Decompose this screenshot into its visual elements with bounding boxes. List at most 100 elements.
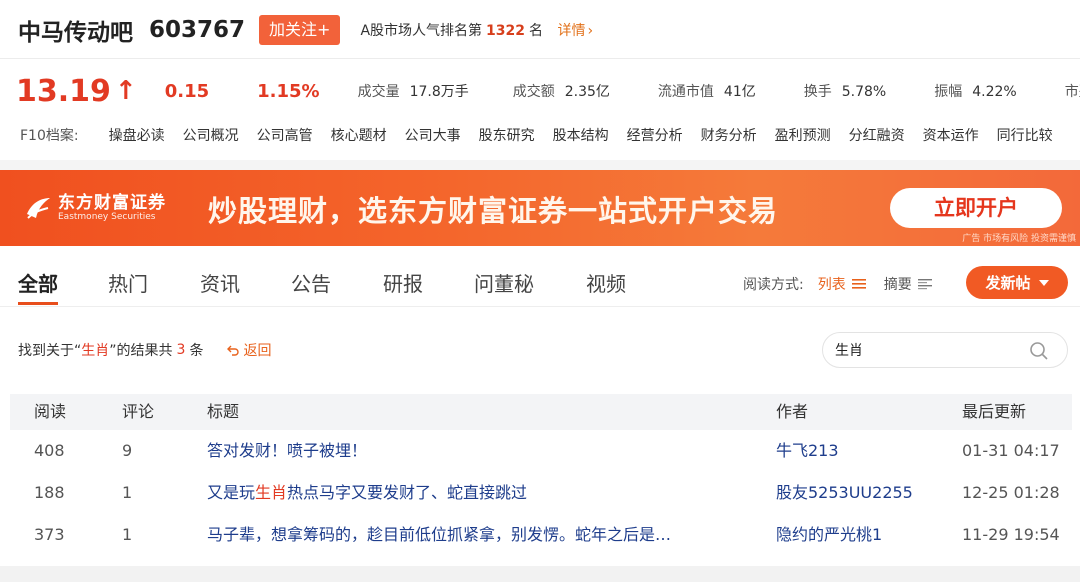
- back-link[interactable]: 返回: [227, 340, 271, 360]
- stat-label: 成交量: [357, 84, 400, 100]
- post-title-link[interactable]: 马子辈，想拿筹码的，趁目前低位抓紧拿，别发愣。蛇年之后是…: [207, 514, 755, 556]
- mode-list-button[interactable]: 列表: [818, 274, 866, 294]
- mode-summary-button[interactable]: 摘要: [884, 274, 932, 294]
- stat-label: 振幅: [934, 84, 963, 100]
- f10-item[interactable]: 公司高管: [257, 125, 313, 145]
- open-account-button[interactable]: 立即开户: [890, 188, 1062, 228]
- result-middle: ”的结果共: [109, 343, 173, 359]
- post-author-link[interactable]: 牛飞213: [776, 430, 946, 472]
- search-box: [822, 332, 1068, 368]
- broker-logo: 东方财富证券 Eastmoney Securities: [24, 184, 184, 232]
- title-text: 答对发财！喷子被埋！: [207, 441, 368, 460]
- list-icon: [851, 279, 866, 289]
- result-suffix: 条: [189, 343, 204, 359]
- price-change-percent: 1.15%: [257, 80, 320, 102]
- post-update-time: 01-31 04:17: [962, 441, 1060, 460]
- table-row: 188 1 又是玩生肖热点马字又要发财了、蛇直接跳过 股友5253UU2255 …: [10, 472, 1072, 514]
- new-post-button[interactable]: 发新帖: [966, 266, 1068, 299]
- title-keyword-highlight: 生肖: [255, 483, 288, 502]
- stock-name[interactable]: 中马传动吧: [18, 13, 133, 47]
- table-header: 阅读 评论 标题 作者 最后更新: [10, 394, 1072, 430]
- result-count: 3: [176, 342, 186, 358]
- f10-item[interactable]: 公司概况: [183, 125, 239, 145]
- post-update-time: 11-29 19:54: [962, 525, 1060, 544]
- post-title-link[interactable]: 答对发财！喷子被埋！: [207, 430, 755, 472]
- search-input[interactable]: [835, 339, 1025, 361]
- new-post-label: 发新帖: [985, 274, 1031, 292]
- stat-label: 成交额: [512, 84, 555, 100]
- stat-value: 5.78%: [841, 84, 887, 100]
- mode-list-label: 列表: [817, 277, 846, 293]
- post-table: 阅读 评论 标题 作者 最后更新 408 9 答对发财！喷子被埋！ 牛飞213 …: [10, 394, 1072, 556]
- arrow-up-icon: ↑: [114, 76, 137, 106]
- stat-turnover-amount: 成交额 2.35亿: [513, 81, 610, 101]
- post-reads: 188: [34, 483, 65, 502]
- price-change: 0.15: [164, 80, 210, 102]
- post-reads: 408: [34, 441, 65, 460]
- f10-item[interactable]: 财务分析: [701, 125, 757, 145]
- f10-item[interactable]: 经营分析: [627, 125, 683, 145]
- tab-announcements[interactable]: 公告: [291, 268, 331, 297]
- stat-volume: 成交量 17.8万手: [358, 81, 469, 101]
- stock-code: 603767: [149, 17, 246, 43]
- read-mode-label: 阅读方式:: [743, 277, 804, 293]
- f10-item[interactable]: 分红融资: [849, 125, 905, 145]
- logo-text-en: Eastmoney Securities: [58, 212, 156, 222]
- search-result-summary: 找到关于“ 生肖 ”的结果共 3 条 返回: [18, 340, 271, 360]
- f10-item[interactable]: 资本运作: [923, 125, 979, 145]
- banner-slogan: 炒股理财，选东方财富证券一站式开户交易: [208, 194, 779, 228]
- f10-nav: F10档案: 操盘必读 公司概况 公司高管 核心题材 公司大事 股东研究 股本结…: [20, 124, 1071, 146]
- col-author: 作者: [776, 402, 809, 421]
- f10-item[interactable]: 公司大事: [405, 125, 461, 145]
- f10-item[interactable]: 盈利预测: [775, 125, 831, 145]
- divider: [0, 58, 1080, 59]
- f10-label: F10档案:: [20, 128, 79, 144]
- tab-news[interactable]: 资讯: [200, 268, 240, 297]
- search-icon[interactable]: [1029, 341, 1049, 361]
- stat-pe: 市盈: [1065, 81, 1080, 101]
- stat-value: 4.22%: [972, 84, 1017, 100]
- popularity-rank: A股市场人气排名第 1322 名 详情 ›: [360, 20, 593, 40]
- f10-item[interactable]: 股东研究: [479, 125, 535, 145]
- table-row: 408 9 答对发财！喷子被埋！ 牛飞213 01-31 04:17: [10, 430, 1072, 472]
- stat-amplitude: 振幅 4.22%: [934, 81, 1016, 101]
- stat-label: 流通市值: [657, 84, 714, 100]
- post-comments: 1: [122, 483, 133, 502]
- col-comments: 评论: [122, 402, 155, 421]
- post-author-link[interactable]: 隐约的严光桃1: [776, 514, 946, 556]
- f10-item[interactable]: 核心题材: [331, 125, 387, 145]
- tab-all[interactable]: 全部: [18, 268, 58, 297]
- rank-value: 1322: [486, 23, 525, 39]
- ad-banner[interactable]: 东方财富证券 Eastmoney Securities 炒股理财，选东方财富证券…: [0, 170, 1080, 246]
- tab-video[interactable]: 视频: [586, 268, 626, 297]
- rank-detail-link[interactable]: 详情 ›: [557, 23, 593, 39]
- follow-button[interactable]: 加关注+: [259, 15, 341, 45]
- eastmoney-logo-icon: [27, 198, 50, 219]
- summary-icon: [917, 279, 932, 290]
- tabs-divider: [0, 306, 1080, 307]
- stock-header: 中马传动吧 603767 加关注+ A股市场人气排名第 1322 名 详情 › 13.…: [0, 0, 1080, 160]
- tab-hot[interactable]: 热门: [108, 268, 148, 297]
- result-keyword: 生肖: [81, 343, 110, 359]
- rank-prefix: A股市场人气排名第: [360, 23, 483, 39]
- return-icon: [227, 345, 240, 356]
- post-comments: 1: [122, 525, 133, 544]
- f10-item[interactable]: 操盘必读: [109, 125, 165, 145]
- post-reads: 373: [34, 525, 65, 544]
- active-tab-indicator: [18, 302, 58, 305]
- post-title-link[interactable]: 又是玩生肖热点马字又要发财了、蛇直接跳过: [207, 472, 755, 514]
- f10-item[interactable]: 股本结构: [553, 125, 609, 145]
- stat-label: 换手: [803, 84, 832, 100]
- rank-suffix: 名: [529, 23, 543, 39]
- f10-item[interactable]: 同行比较: [997, 125, 1053, 145]
- title-row: 中马传动吧 603767 加关注+ A股市场人气排名第 1322 名 详情 ›: [18, 12, 593, 48]
- stat-value: 2.35亿: [564, 84, 610, 100]
- post-author-link[interactable]: 股友5253UU2255: [776, 472, 946, 514]
- back-label: 返回: [243, 343, 272, 359]
- tab-ask-secretary[interactable]: 问董秘: [474, 268, 534, 297]
- title-text: 又是玩: [207, 483, 256, 502]
- result-prefix: 找到关于“: [18, 343, 82, 359]
- stat-turnover-rate: 换手 5.78%: [804, 81, 886, 101]
- tab-research[interactable]: 研报: [383, 268, 423, 297]
- col-reads: 阅读: [34, 402, 67, 421]
